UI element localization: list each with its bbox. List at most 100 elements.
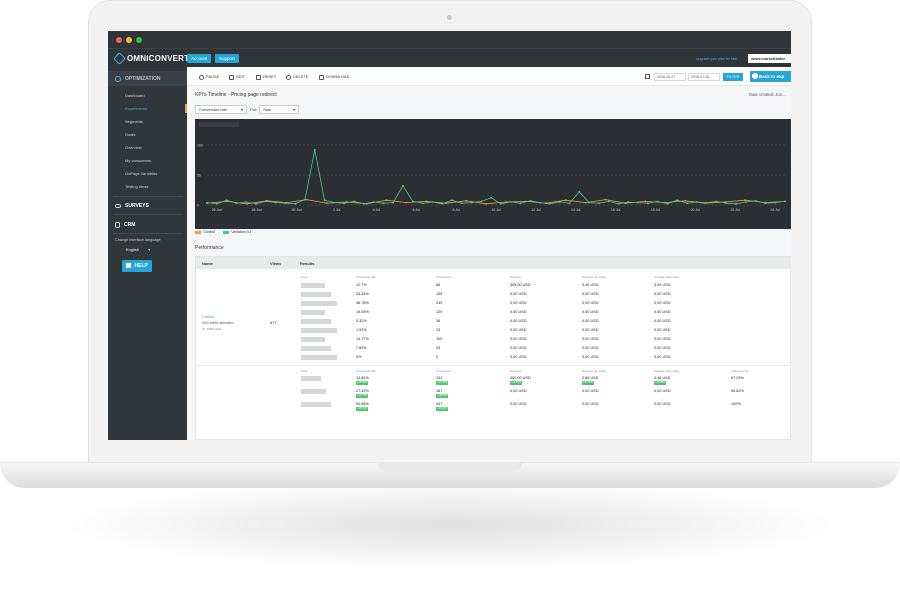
minimize-window-button[interactable] [126, 37, 132, 43]
result-cell: 0,00 USD [582, 389, 599, 393]
row-separator [196, 365, 791, 366]
back-to-experiments-button[interactable]: Back to exp [750, 71, 791, 82]
column-header: Chance to win [731, 369, 749, 373]
header-views: Views [270, 261, 282, 266]
sidebar-item-experiments[interactable]: Experiments [125, 104, 187, 113]
result-cell: 0,00 USD [582, 402, 599, 406]
chart-data-point [705, 201, 708, 204]
pause-button[interactable]: PAUSE [199, 73, 219, 81]
result-cell: 450,00 USD [510, 376, 531, 380]
chart-xtick-label: 4 Jul [373, 208, 381, 212]
chart-data-point [343, 202, 346, 205]
account-button[interactable]: Account [187, 54, 212, 63]
chart-data-point [637, 201, 639, 204]
chart-data-point [646, 202, 649, 205]
sidebar-item-testing-ideas[interactable]: Testing ideas [125, 182, 187, 191]
chart-data-point [392, 201, 395, 204]
uplift-badge: +17.47% [356, 394, 369, 398]
close-window-button[interactable] [116, 37, 122, 43]
result-cell: 347 [436, 402, 443, 406]
back-label: Back to exp [759, 74, 785, 79]
chart-xtick-label: 28 Jun [252, 208, 263, 212]
laptop-notch [378, 462, 522, 472]
download-button[interactable]: DOWNLOAD [319, 73, 350, 81]
upgrade-link[interactable]: Upgrade your plan for free [696, 57, 737, 61]
date-from-input[interactable]: 2016-05-27 [654, 73, 686, 81]
filter-button[interactable]: FILTER [723, 73, 743, 81]
chart-data-point [425, 200, 428, 203]
uplift-badge: +25.88% [654, 381, 667, 385]
column-header: Conversion rate [356, 369, 376, 373]
result-cell: 0,00 USD [510, 310, 527, 314]
chart-data-point [784, 200, 786, 203]
metric-select[interactable]: Conversion rate ▾ [195, 105, 247, 114]
reset-icon [256, 74, 261, 80]
sidebar-item-my-consumers[interactable]: My consumers [125, 156, 187, 165]
result-cell: 0,00 USD [582, 337, 599, 341]
reset-button[interactable]: RESET [256, 73, 276, 81]
result-cell: 3,55 USD [654, 283, 671, 287]
target-icon [115, 75, 121, 82]
support-button[interactable]: Support [215, 54, 239, 63]
download-icon [319, 74, 324, 80]
uplift-badge: +47.54% [510, 381, 523, 385]
chart-data-point [264, 200, 267, 203]
pause-icon [199, 74, 204, 80]
chart-data-point [333, 201, 336, 204]
chart-data-point [485, 202, 487, 205]
result-cell: 36.78% [356, 301, 369, 305]
edit-button[interactable]: EDIT [229, 73, 245, 81]
date-to-input[interactable]: 2016-07-26 [688, 73, 720, 81]
chart-data-point [656, 200, 659, 203]
sidebar-section-optimization[interactable]: OPTIMIZATION [108, 71, 187, 86]
chart-data-point [735, 202, 737, 205]
chart-data-point [421, 202, 424, 205]
sidebar-section-surveys[interactable]: SURVEYS [108, 198, 187, 213]
delete-button[interactable]: DELETE [286, 73, 309, 81]
goal-select[interactable]: Sale ▾ [259, 105, 299, 114]
result-cell: 5.32% [356, 319, 367, 323]
result-cell: 0,00 USD [654, 301, 671, 305]
chart-data-point [323, 199, 326, 202]
sidebar-section-crm[interactable]: CRM [108, 217, 187, 232]
result-cell: 1.92% [356, 328, 367, 332]
sidebar-item-goals[interactable]: Goals [125, 130, 187, 139]
maximize-window-button[interactable] [136, 37, 142, 43]
result-cell: 249 [436, 301, 443, 305]
chart-data-point [676, 199, 679, 202]
legend-item-control[interactable]: Control [195, 230, 215, 234]
sidebar-item-dashboard[interactable]: Dashboard [125, 91, 187, 100]
chart-data-point [372, 201, 375, 203]
sidebar-item-segments[interactable]: Segments [125, 117, 187, 126]
calendar-icon [645, 74, 650, 79]
goal-name-placeholder [301, 402, 331, 407]
sidebar-item-overview[interactable]: Overview [125, 143, 187, 152]
result-cell: 0,00 USD [582, 346, 599, 350]
result-cell: 0,00 USD [654, 337, 671, 341]
result-cell: 23.34% [356, 292, 369, 296]
help-button[interactable]: HELP [122, 260, 152, 272]
app-topbar: OMNICONVERT Account Support Upgrade your… [108, 48, 791, 67]
result-cell: 0,00 USD [582, 310, 599, 314]
variation-views: 677 [270, 320, 277, 325]
kpi-timeline-chart: 100 50 0 26 Jun 28 Jun 30 Jun 2 Jul 4 Jul 6 Jul 8… [195, 119, 791, 229]
website-selector[interactable]: www.marketizator [748, 54, 791, 63]
logo[interactable]: OMNICONVERT [113, 52, 189, 65]
sidebar-item-onpage-variables[interactable]: OnPage Variables [125, 169, 187, 178]
chart-data-point [353, 200, 355, 203]
language-select[interactable]: English ▾ [126, 247, 150, 252]
result-cell: 0% [356, 355, 362, 359]
column-header: Conversions [436, 275, 452, 279]
webcam [447, 15, 452, 20]
chart-data-point [617, 202, 620, 205]
variation-name-link[interactable]: Control [202, 315, 214, 319]
delete-label: DELETE [293, 74, 309, 79]
chart-data-point [245, 202, 248, 205]
goal-name-placeholder [301, 376, 321, 381]
language-label: Change interface language [115, 238, 161, 242]
chart-data-point [480, 200, 483, 203]
legend-item-variation[interactable]: Variation #1 [223, 230, 251, 234]
goal-name-placeholder [301, 337, 325, 342]
chart-xtick-label: 16 Jul [611, 208, 621, 212]
chart-data-point [304, 198, 306, 201]
